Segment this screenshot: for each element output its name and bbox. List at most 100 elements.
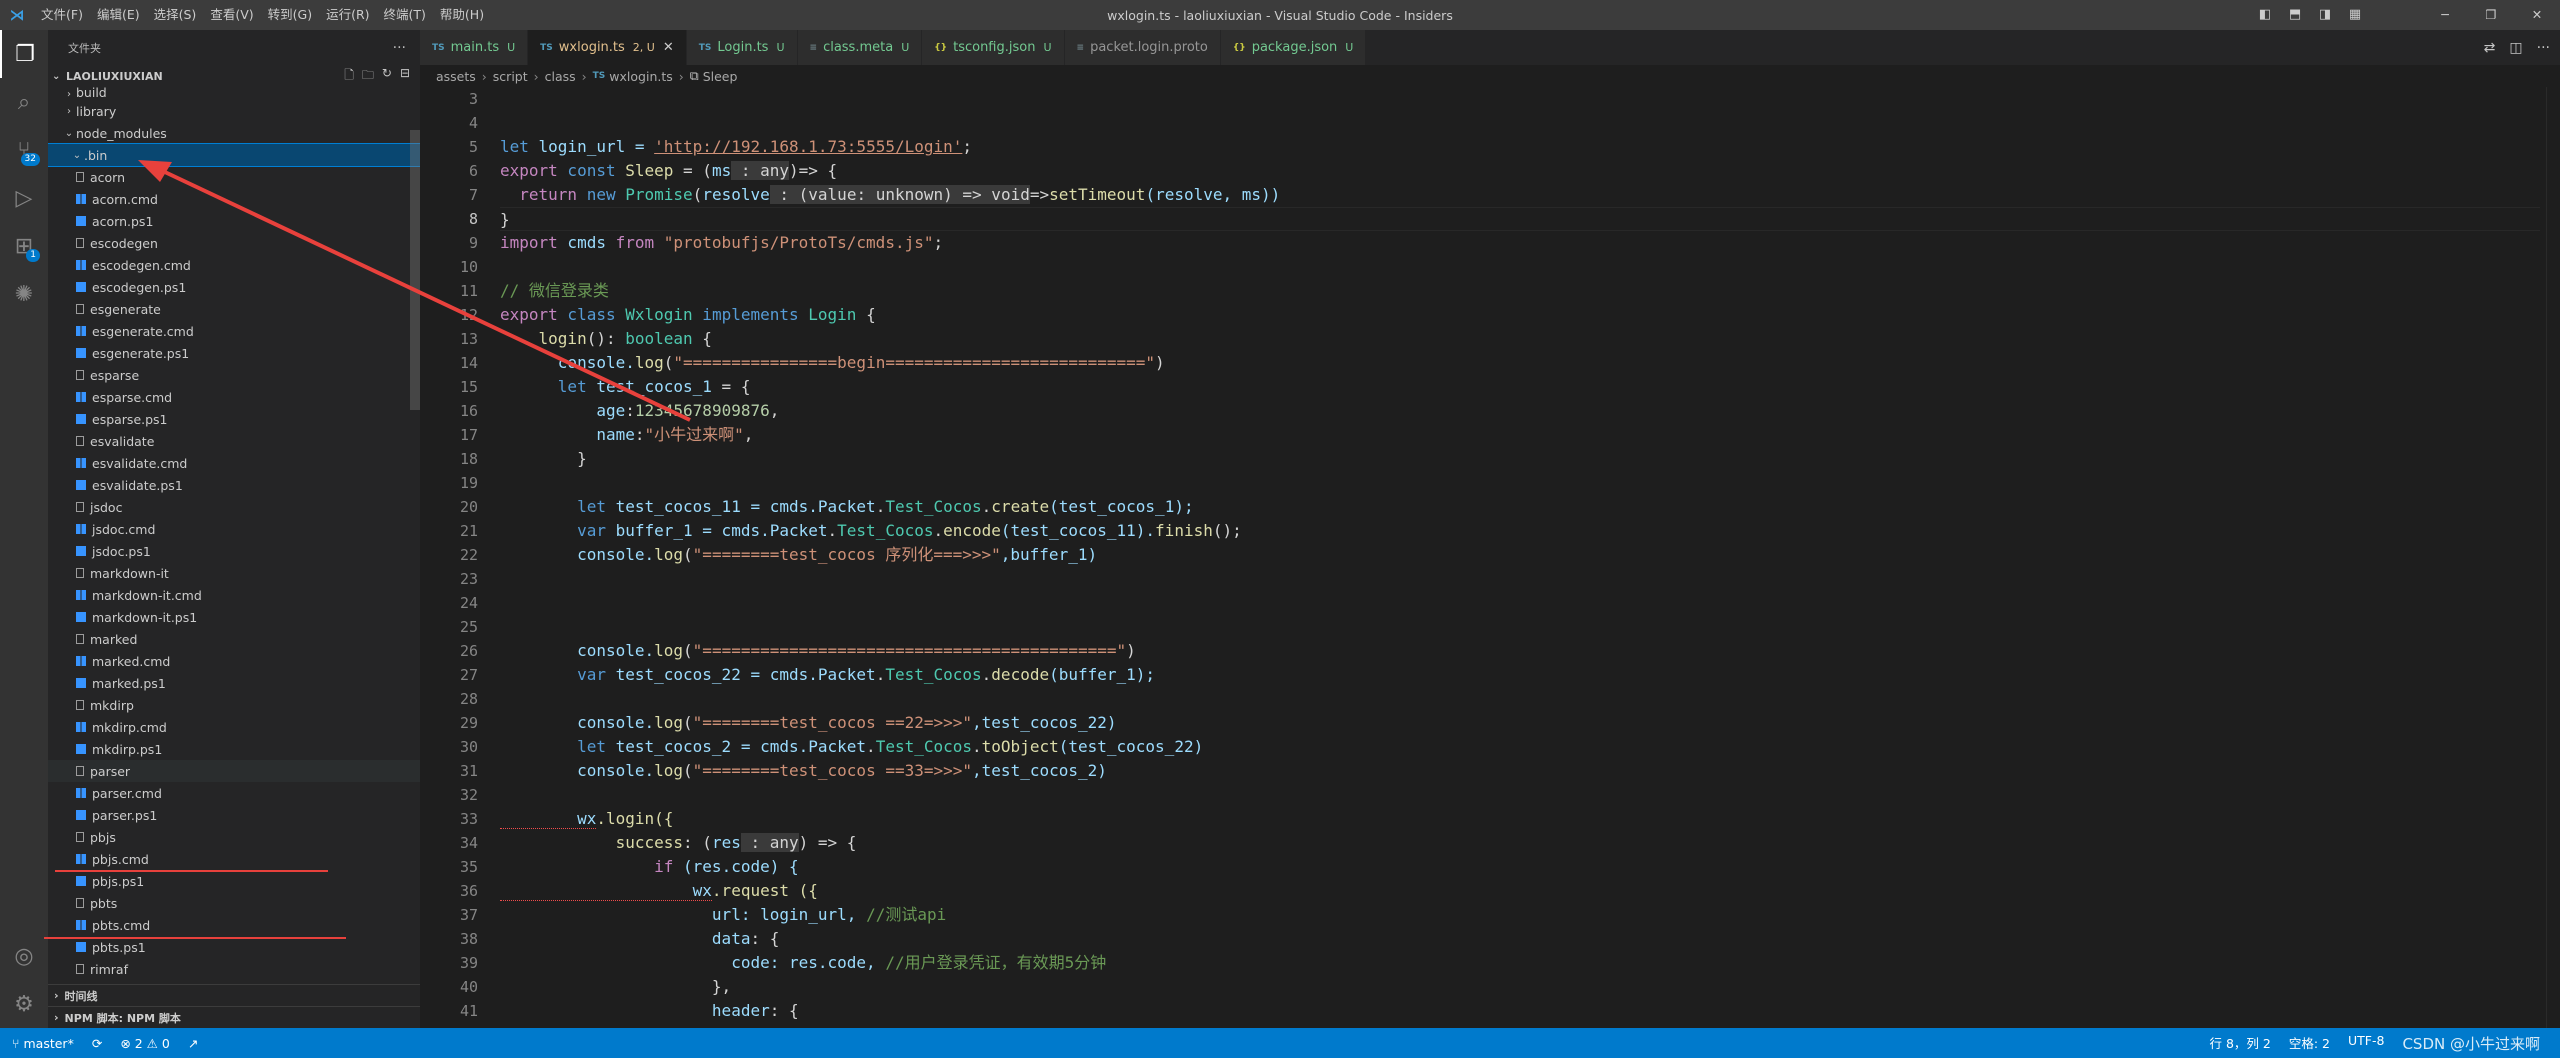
tree-file[interactable]: esparse bbox=[48, 364, 420, 386]
toggle-panel-icon[interactable]: ⬒ bbox=[2280, 0, 2310, 30]
tree-file[interactable]: esgenerate.cmd bbox=[48, 320, 420, 342]
tab-wxlogin-ts[interactable]: TS wxlogin.ts 2, U ✕ bbox=[528, 30, 687, 65]
tree-file[interactable]: jsdoc.cmd bbox=[48, 518, 420, 540]
branch-indicator[interactable]: ⑂ master* bbox=[12, 1036, 74, 1051]
tree-file[interactable]: marked.ps1 bbox=[48, 672, 420, 694]
tree-folder-build[interactable]: › build bbox=[48, 86, 420, 100]
tree-file[interactable]: mkdirp.ps1 bbox=[48, 738, 420, 760]
extensions-icon[interactable]: ⊞ 1 bbox=[0, 222, 48, 270]
breadcrumb-symbol[interactable]: Sleep bbox=[703, 69, 738, 84]
new-folder-icon[interactable]: 🗀 bbox=[362, 66, 374, 87]
breadcrumb-assets[interactable]: assets bbox=[436, 69, 476, 84]
refresh-icon[interactable]: ↻ bbox=[382, 66, 392, 87]
tab-main-ts[interactable]: TS main.ts U bbox=[420, 30, 529, 65]
close-window-icon[interactable]: ✕ bbox=[2514, 0, 2560, 30]
menu-file[interactable]: 文件(F) bbox=[34, 0, 90, 30]
tree-file[interactable]: rimraf bbox=[48, 958, 420, 980]
tree-file[interactable]: escodegen.ps1 bbox=[48, 276, 420, 298]
tree-file[interactable]: escodegen bbox=[48, 232, 420, 254]
menu-go[interactable]: 转到(G) bbox=[261, 0, 319, 30]
explorer-icon[interactable]: ❐ bbox=[0, 30, 48, 78]
breadcrumb-class[interactable]: class bbox=[545, 69, 576, 84]
settings-gear-icon[interactable]: ⚙ bbox=[0, 980, 48, 1028]
tree-folder-library[interactable]: › library bbox=[48, 100, 420, 122]
problems-indicator[interactable]: ⊗ 2 ⚠ 0 bbox=[120, 1036, 170, 1051]
project-root[interactable]: ⌄ LAOLIUXIUXIAN 🗋 🗀 ↻ ⊟ bbox=[48, 66, 420, 86]
tree-file[interactable]: pbjs.cmd bbox=[48, 848, 420, 870]
menu-view[interactable]: 查看(V) bbox=[203, 0, 260, 30]
more-icon[interactable]: ··· bbox=[2537, 40, 2550, 56]
tree-file[interactable]: acorn.cmd bbox=[48, 188, 420, 210]
toggle-sidebar-icon[interactable]: ◧ bbox=[2250, 0, 2280, 30]
breadcrumb-script[interactable]: script bbox=[493, 69, 528, 84]
new-file-icon[interactable]: 🗋 bbox=[344, 66, 354, 87]
collapse-all-icon[interactable]: ⊟ bbox=[400, 66, 410, 87]
tree-file[interactable]: jsdoc.ps1 bbox=[48, 540, 420, 562]
npm-scripts-section[interactable]: › NPM 脚本: NPM 脚本 bbox=[48, 1006, 420, 1028]
customize-layout-icon[interactable]: ▦ bbox=[2340, 0, 2370, 30]
tab-tsconfig-json[interactable]: {} tsconfig.json U bbox=[922, 30, 1065, 65]
tab-package-json[interactable]: {} package.json U bbox=[1220, 30, 1367, 65]
tree-file[interactable]: mkdirp.cmd bbox=[48, 716, 420, 738]
openai-icon[interactable]: ✺ bbox=[0, 270, 48, 318]
line-number: 7 bbox=[468, 186, 478, 204]
more-actions-icon[interactable]: ··· bbox=[393, 40, 406, 56]
sidebar-scrollbar[interactable] bbox=[410, 130, 420, 410]
tree-file[interactable]: acorn bbox=[48, 166, 420, 188]
compare-icon[interactable]: ⇄ bbox=[2484, 40, 2496, 56]
tree-file[interactable]: markdown-it.ps1 bbox=[48, 606, 420, 628]
tree-folder-node-modules[interactable]: ⌄ node_modules bbox=[48, 122, 420, 144]
tree-file[interactable]: pbjs bbox=[48, 826, 420, 848]
tree-file[interactable]: esgenerate bbox=[48, 298, 420, 320]
tree-file[interactable]: jsdoc bbox=[48, 496, 420, 518]
menu-edit[interactable]: 编辑(E) bbox=[90, 0, 147, 30]
cursor-position[interactable]: 行 8，列 2 bbox=[2210, 1033, 2271, 1054]
breadcrumb-file[interactable]: wxlogin.ts bbox=[609, 69, 672, 84]
tree-file[interactable]: markdown-it bbox=[48, 562, 420, 584]
tree-file[interactable]: esvalidate.ps1 bbox=[48, 474, 420, 496]
run-debug-icon[interactable]: ▷ bbox=[0, 174, 48, 222]
tree-file[interactable]: mkdirp bbox=[48, 694, 420, 716]
timeline-section[interactable]: › 时间线 bbox=[48, 984, 420, 1006]
search-icon[interactable]: ⌕ bbox=[0, 78, 48, 126]
tree-file[interactable]: esvalidate bbox=[48, 430, 420, 452]
encoding[interactable]: UTF-8 bbox=[2348, 1033, 2384, 1054]
source-control-icon[interactable]: ⑂ 32 bbox=[0, 126, 48, 174]
split-editor-icon[interactable]: ◫ bbox=[2509, 40, 2522, 56]
tree-file[interactable]: esvalidate.cmd bbox=[48, 452, 420, 474]
sync-icon[interactable]: ⟳ bbox=[92, 1036, 102, 1051]
tree-file[interactable]: escodegen.cmd bbox=[48, 254, 420, 276]
menu-selection[interactable]: 选择(S) bbox=[147, 0, 204, 30]
tree-file[interactable]: marked bbox=[48, 628, 420, 650]
menu-help[interactable]: 帮助(H) bbox=[433, 0, 491, 30]
tree-file[interactable]: pbts.ps1 bbox=[48, 936, 420, 958]
tree-file[interactable]: pbjs.ps1 bbox=[48, 870, 420, 892]
tree-folder-bin[interactable]: ⌄ .bin bbox=[48, 143, 420, 167]
tree-file[interactable]: pbts.cmd bbox=[48, 914, 420, 936]
menu-terminal[interactable]: 终端(T) bbox=[377, 0, 433, 30]
tree-file[interactable]: pbts bbox=[48, 892, 420, 914]
tab-class-meta[interactable]: ≡ class.meta U bbox=[797, 30, 923, 65]
tab-packet-login-proto[interactable]: ≡ packet.login.proto bbox=[1064, 30, 1221, 65]
tab-login-ts[interactable]: TS Login.ts U bbox=[686, 30, 798, 65]
tree-file[interactable]: acorn.ps1 bbox=[48, 210, 420, 232]
restore-icon[interactable]: ❐ bbox=[2468, 0, 2514, 30]
tree-file[interactable]: markdown-it.cmd bbox=[48, 584, 420, 606]
tree-file[interactable]: esparse.cmd bbox=[48, 386, 420, 408]
minimize-icon[interactable]: ─ bbox=[2422, 0, 2468, 30]
tree-file[interactable]: esparse.ps1 bbox=[48, 408, 420, 430]
live-share-icon[interactable]: ↗ bbox=[188, 1036, 198, 1051]
code-editor[interactable]: let login_url = 'http://192.168.1.73:555… bbox=[500, 87, 2540, 1028]
indentation[interactable]: 空格: 2 bbox=[2289, 1033, 2330, 1054]
file-label: escodegen.ps1 bbox=[92, 279, 187, 295]
tree-file[interactable]: esgenerate.ps1 bbox=[48, 342, 420, 364]
close-tab-icon[interactable]: ✕ bbox=[663, 40, 674, 55]
account-icon[interactable]: ◎ bbox=[0, 932, 48, 980]
toggle-secondary-sidebar-icon[interactable]: ◨ bbox=[2310, 0, 2340, 30]
menu-run[interactable]: 运行(R) bbox=[319, 0, 376, 30]
overview-ruler[interactable] bbox=[2546, 87, 2560, 1028]
tree-file[interactable]: marked.cmd bbox=[48, 650, 420, 672]
tree-file[interactable]: parser bbox=[48, 760, 420, 782]
tree-file[interactable]: parser.ps1 bbox=[48, 804, 420, 826]
tree-file[interactable]: parser.cmd bbox=[48, 782, 420, 804]
